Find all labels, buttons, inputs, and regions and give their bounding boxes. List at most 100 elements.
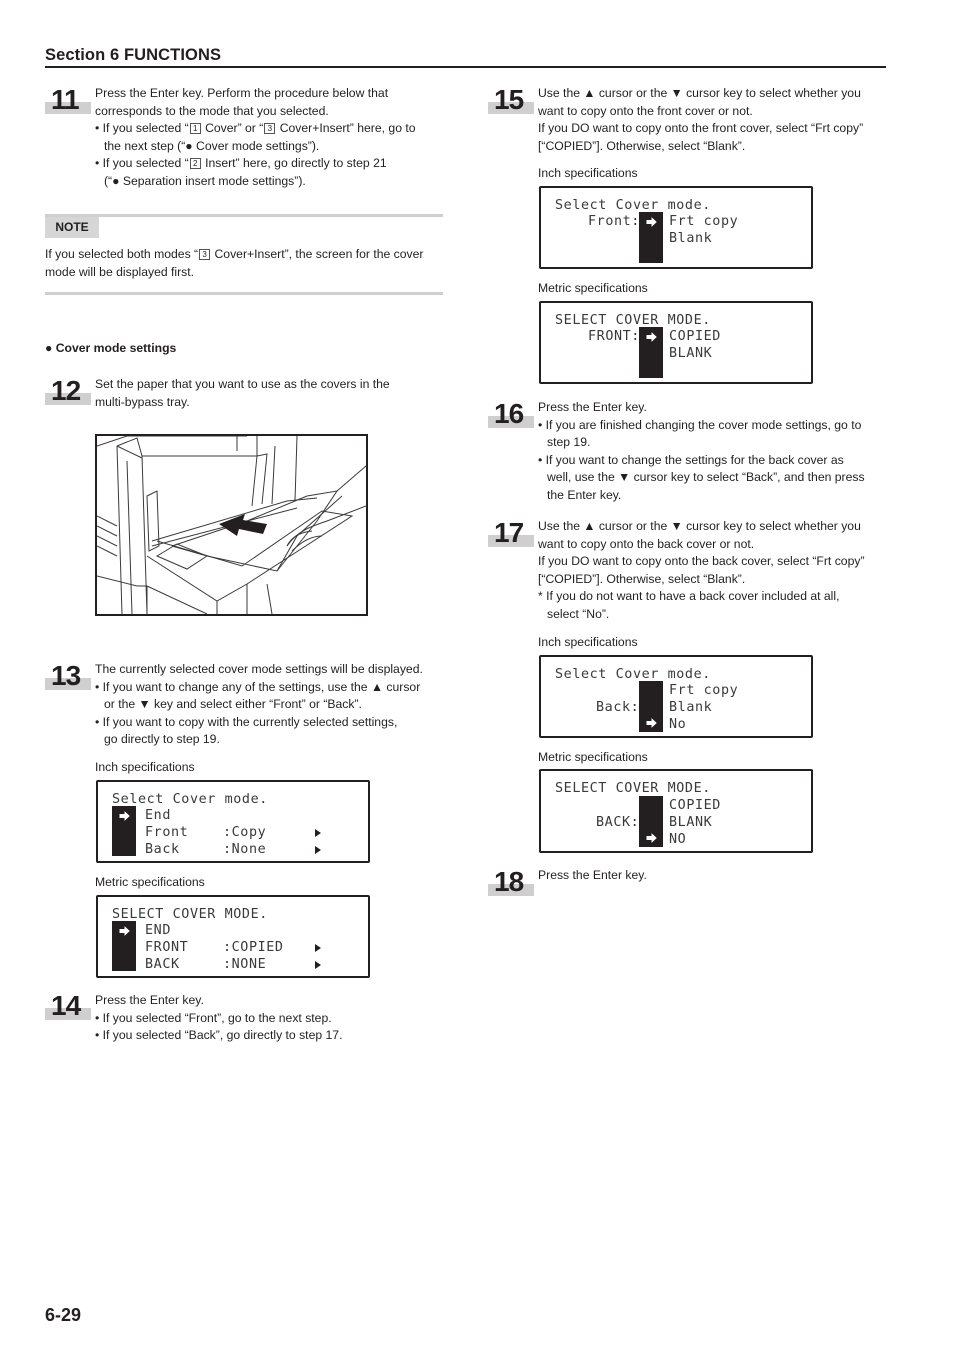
lcd-option: BLANK — [669, 346, 713, 361]
text-line: Set the paper that you want to use as th… — [95, 377, 390, 391]
lcd-option: Frt copy — [669, 214, 739, 229]
lcd-title: SELECT COVER MODE. — [555, 313, 711, 328]
inch-spec-label: Inch specifications — [538, 635, 638, 649]
right-arrow-icon — [118, 924, 132, 938]
section-title: Section 6 FUNCTIONS — [45, 46, 222, 64]
right-arrow-icon — [645, 330, 659, 344]
metric-spec-label: Metric specifications — [538, 281, 648, 295]
text-line: Press the Enter key. — [95, 993, 204, 1007]
step-12-text: Set the paper that you want to use as th… — [95, 376, 455, 411]
lcd-option: NO — [669, 832, 687, 847]
text-line: Press the Enter key. — [538, 400, 647, 414]
bypass-tray-illustration — [95, 434, 368, 616]
inch-spec-label: Inch specifications — [538, 166, 638, 180]
text: • If you selected “ — [95, 156, 189, 171]
text-line: If you DO want to copy onto the back cov… — [538, 554, 865, 569]
step-number-text: 14 — [51, 990, 81, 1021]
text: Cover+Insert”, the screen for the cover — [211, 247, 424, 261]
right-arrow-icon — [645, 215, 659, 229]
lcd-option: COPIED — [669, 329, 721, 344]
lcd-display-metric-front: SELECT COVER MODE. FRONT: COPIED BLANK — [539, 301, 813, 384]
text-line: If you DO want to copy onto the front co… — [538, 121, 864, 136]
text-line: want to copy onto the front cover or not… — [538, 103, 753, 118]
step-number-15: 15 — [488, 84, 534, 116]
text: Insert” here, go directly to step 21 — [201, 156, 387, 171]
text-line: or the ▼ key and select either “Front” o… — [104, 697, 362, 712]
lcd-display-inch-back: Select Cover mode. Back: Frt copy Blank … — [539, 655, 813, 738]
text-line: Use the ▲ cursor or the ▼ cursor key to … — [538, 519, 861, 533]
lcd-option: Blank — [669, 700, 713, 715]
step-13-text: The currently selected cover mode settin… — [95, 661, 455, 749]
lcd-option: COPIED — [669, 798, 721, 813]
step-number-14: 14 — [45, 990, 91, 1022]
bullet: • If you selected “2 Insert” here, go di… — [95, 155, 455, 173]
step-number-text: 12 — [51, 375, 81, 406]
step-number-17: 17 — [488, 517, 534, 549]
text-line: want to copy onto the back cover or not. — [538, 536, 755, 551]
step-number-text: 15 — [494, 84, 524, 115]
text-line: well, use the ▼ cursor key to select “Ba… — [547, 470, 865, 485]
key-3-icon: 3 — [199, 249, 211, 260]
right-arrow-icon — [118, 809, 132, 823]
lcd-title: Select Cover mode. — [112, 792, 268, 807]
key-2-icon: 2 — [189, 158, 201, 170]
text-line: mode will be displayed first. — [45, 264, 195, 279]
lcd-title: SELECT COVER MODE. — [112, 907, 268, 922]
triangle-right-icon — [315, 961, 321, 969]
text-line: step 19. — [547, 435, 591, 450]
lcd-option: BLANK — [669, 815, 713, 830]
lcd-display-inch-front: Select Cover mode. Front: Frt copy Blank — [539, 186, 813, 269]
text-line: (“● Separation insert mode settings”). — [104, 173, 306, 188]
key-1-icon: 1 — [189, 123, 201, 135]
note-badge: NOTE — [45, 217, 99, 238]
text-line: Use the ▲ cursor or the ▼ cursor key to … — [538, 86, 861, 100]
lcd-display-inch-cover-summary: Select Cover mode. End Front :Copy Back … — [96, 780, 370, 863]
lcd-display-metric-back: SELECT COVER MODE. BACK: COPIED BLANK NO — [539, 769, 813, 853]
step-16-text: Press the Enter key. • If you are finish… — [538, 399, 898, 505]
bullet: • If you want to change any of the setti… — [95, 679, 421, 694]
step-number-text: 11 — [51, 84, 80, 115]
bullet: • If you selected “1 Cover” or “3 Cover+… — [95, 120, 455, 138]
text-line: [“COPIED”]. Otherwise, select “Blank”. — [538, 138, 746, 153]
section-rule — [45, 66, 886, 68]
lcd-title: SELECT COVER MODE. — [555, 781, 711, 796]
note-top-rule — [45, 214, 443, 217]
lcd-title: Select Cover mode. — [555, 667, 711, 682]
step-number-text: 17 — [494, 517, 524, 548]
lcd-option-back: BACK :NONE — [145, 957, 267, 972]
bullet: • If you are finished changing the cover… — [538, 417, 862, 432]
text-line: [“COPIED”]. Otherwise, select “Blank”. — [538, 571, 746, 586]
step-number-18: 18 — [488, 866, 534, 898]
right-arrow-icon — [645, 831, 659, 845]
lcd-side-label: Front: — [588, 214, 640, 229]
right-arrow-icon — [645, 716, 659, 730]
bullet: • If you want to change the settings for… — [538, 452, 844, 467]
bullet: • If you selected “Back”, go directly to… — [95, 1028, 343, 1043]
lcd-option-end: END — [145, 923, 171, 938]
lcd-option-front: Front :Copy — [145, 825, 267, 840]
lcd-title: Select Cover mode. — [555, 198, 711, 213]
step-number-16: 16 — [488, 399, 534, 430]
bullet: • If you want to copy with the currently… — [95, 714, 398, 729]
text: If you selected both modes “ — [45, 247, 199, 261]
step-15-text: Use the ▲ cursor or the ▼ cursor key to … — [538, 85, 898, 155]
metric-spec-label: Metric specifications — [538, 750, 648, 764]
lcd-side-label: BACK: — [596, 815, 640, 830]
triangle-right-icon — [315, 846, 321, 854]
step-number-13: 13 — [45, 661, 91, 692]
key-3-icon: 3 — [264, 123, 276, 135]
text-line: Press the Enter key. Perform the procedu… — [95, 86, 389, 100]
lcd-option: No — [669, 717, 687, 732]
lcd-option-end: End — [145, 808, 171, 823]
lcd-option-front: FRONT :COPIED — [145, 940, 284, 955]
note-text: If you selected both modes “3 Cover+Inse… — [45, 246, 445, 281]
lcd-side-label: FRONT: — [588, 329, 640, 344]
triangle-right-icon — [315, 829, 321, 837]
text-line: the next step (“● Cover mode settings”). — [104, 138, 320, 153]
metric-spec-label: Metric specifications — [95, 875, 205, 889]
text: • If you selected “ — [95, 121, 189, 136]
step-number-text: 18 — [494, 866, 524, 897]
bullet: • If you selected “Front”, go to the nex… — [95, 1010, 332, 1025]
text: Cover” or “ — [201, 121, 264, 136]
subsection-heading: ● Cover mode settings — [45, 341, 177, 355]
